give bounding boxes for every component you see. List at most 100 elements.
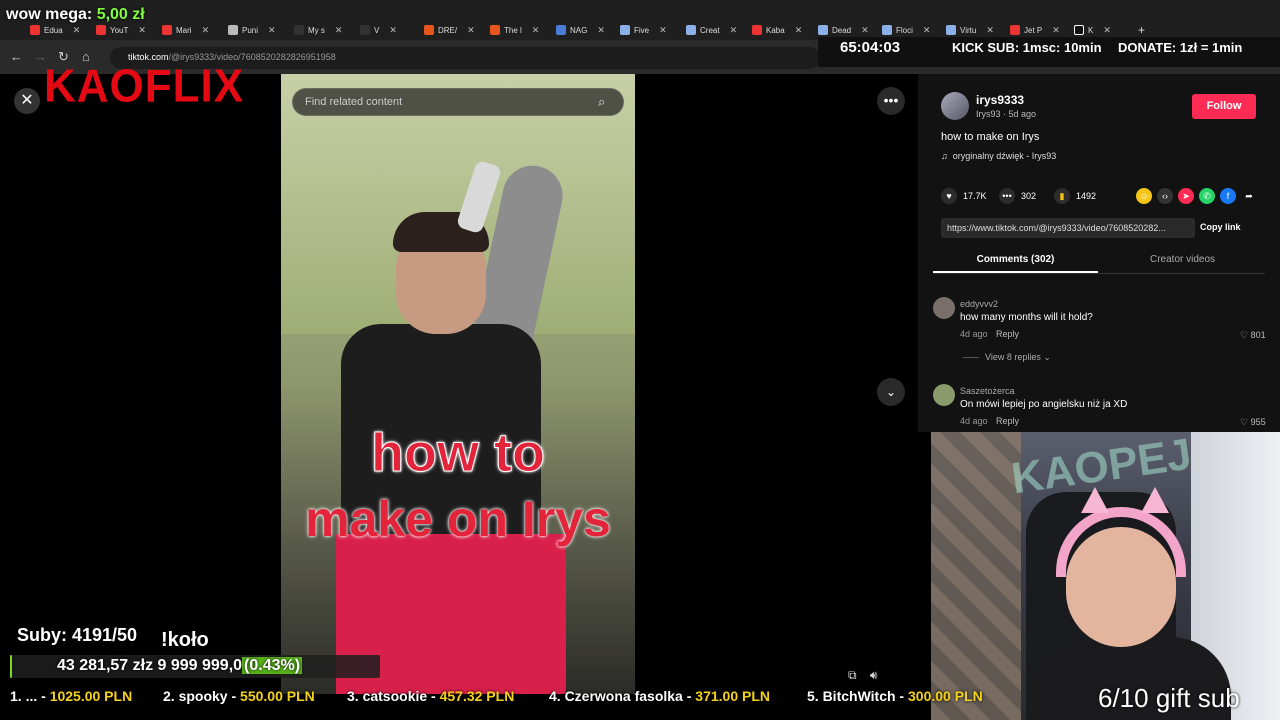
view-replies-label: View 8 replies [985, 352, 1041, 362]
comment-like-count: 801 [1250, 330, 1266, 340]
tab-label: Puni [242, 25, 259, 35]
donation-goal-percent: (0.43%) [242, 657, 303, 674]
send-icon[interactable]: ➤ [1178, 188, 1194, 204]
tab-label: DRE/ [438, 25, 458, 35]
comment-text: how many months will it hold? [960, 312, 1093, 323]
tab-label: The l [504, 25, 522, 35]
coin-icon[interactable]: ☺ [1136, 188, 1152, 204]
close-tab-icon[interactable]: ✕ [268, 25, 276, 36]
reply-button[interactable]: Reply [996, 416, 1019, 426]
comment-avatar[interactable] [933, 297, 955, 319]
check-icon [818, 25, 828, 35]
close-tab-icon[interactable]: ✕ [730, 25, 738, 36]
check-icon [946, 25, 956, 35]
browser-tab[interactable]: The l ✕ [490, 22, 539, 38]
copy-link-button[interactable]: Copy link [1200, 222, 1241, 232]
sound-link[interactable]: ♫ oryginalny dźwięk - Irys93 [941, 151, 1056, 161]
browser-tab[interactable]: My s ✕ [294, 22, 342, 38]
close-tab-icon[interactable]: ✕ [659, 25, 667, 36]
browser-tab[interactable]: Floci ✕ [882, 22, 930, 38]
comment-username[interactable]: Saszetożerca [960, 386, 1015, 396]
browser-tab[interactable]: Jet P ✕ [1010, 22, 1060, 38]
browser-tab[interactable]: Creat ✕ [686, 22, 737, 38]
embed-icon[interactable]: ‹› [1157, 188, 1173, 204]
facebook-icon[interactable]: f [1220, 188, 1236, 204]
browser-tab[interactable]: Dead ✕ [818, 22, 869, 38]
share-arrow-icon[interactable]: ➦ [1241, 188, 1257, 204]
back-icon[interactable]: ← [10, 49, 23, 64]
donation-alert-amount: 5,00 zł [96, 6, 145, 23]
close-tab-icon[interactable]: ✕ [532, 25, 540, 36]
browser-tab[interactable]: NAG ✕ [556, 22, 605, 38]
heart-icon: ♥ [941, 188, 957, 204]
avatar[interactable] [941, 92, 969, 120]
channel-logo: KAOFLIX [44, 60, 245, 113]
close-tab-icon[interactable]: ✕ [1103, 25, 1111, 36]
new-tab-button[interactable]: + [1138, 22, 1145, 38]
player-controls: ⧉ 🔊︎ [848, 668, 877, 683]
video-caption-line1: how to [371, 423, 546, 484]
donation-alert: wow mega: 5,00 zł [6, 6, 145, 24]
youtube-icon [30, 25, 40, 35]
close-tab-icon[interactable]: ✕ [597, 25, 605, 36]
browser-tab[interactable]: YouT ✕ [96, 22, 146, 38]
video-player[interactable]: how to make on Irys [281, 74, 635, 694]
browser-tab[interactable]: V ✕ [360, 22, 397, 38]
tab-creator-videos[interactable]: Creator videos [1100, 254, 1265, 265]
browser-tab[interactable]: Puni ✕ [228, 22, 276, 38]
ticker-donor: 2. spooky - [163, 688, 241, 704]
close-tab-icon[interactable]: ✕ [202, 25, 210, 36]
comment-like-button[interactable]: ♡ 801 [1240, 330, 1266, 341]
close-tab-icon[interactable]: ✕ [467, 25, 475, 36]
search-input[interactable]: Find related content [292, 88, 624, 116]
pip-icon[interactable]: ⧉ [848, 668, 857, 682]
like-button[interactable]: ♥ 17.7K [941, 188, 987, 204]
browser-tab[interactable]: DRE/ ✕ [424, 22, 475, 38]
volume-icon[interactable]: 🔊︎ [870, 668, 878, 682]
close-tab-icon[interactable]: ✕ [335, 25, 343, 36]
video-link-field[interactable]: https://www.tiktok.com/@irys9333/video/7… [941, 218, 1195, 238]
close-tab-icon[interactable]: ✕ [986, 25, 994, 36]
whatsapp-icon[interactable]: ✆ [1199, 188, 1215, 204]
search-icon[interactable]: ⌕ [598, 94, 605, 110]
donate-rate: DONATE: 1zł = 1min [1118, 40, 1243, 55]
close-video-button[interactable]: ✕ [14, 88, 40, 114]
comment-like-button[interactable]: ♡ 955 [1240, 417, 1266, 428]
browser-tab[interactable]: Mari ✕ [162, 22, 209, 38]
comment-username[interactable]: eddyvvv2 [960, 299, 998, 309]
browser-tab[interactable]: Virtu ✕ [946, 22, 994, 38]
reply-button[interactable]: Reply [996, 329, 1019, 339]
donation-goal-text: 43 281,57 złz 9 999 999,0 (0.43%) [57, 657, 303, 675]
browser-tab[interactable]: Edua ✕ [30, 22, 80, 38]
comment-age: 4d ago [960, 329, 988, 339]
close-tab-icon[interactable]: ✕ [861, 25, 869, 36]
page-icon [360, 25, 370, 35]
next-video-button[interactable]: ⌄ [877, 378, 905, 406]
close-tab-icon[interactable]: ✕ [923, 25, 931, 36]
tab-label: Jet P [1024, 25, 1043, 35]
tab-label: V [374, 25, 380, 35]
username[interactable]: irys9333 [976, 93, 1024, 107]
app-icon [424, 25, 434, 35]
tab-label: K [1088, 25, 1094, 35]
globe-icon [228, 25, 238, 35]
tab-label: Five [634, 25, 650, 35]
close-tab-icon[interactable]: ✕ [73, 25, 81, 36]
heart-outline-icon: ♡ [1240, 417, 1249, 427]
close-tab-icon[interactable]: ✕ [389, 25, 397, 36]
browser-tab[interactable]: Kaba ✕ [752, 22, 802, 38]
tab-comments[interactable]: Comments (302) [933, 254, 1098, 265]
comment-avatar[interactable] [933, 384, 955, 406]
close-tab-icon[interactable]: ✕ [795, 25, 803, 36]
close-tab-icon[interactable]: ✕ [1052, 25, 1060, 36]
follow-button[interactable]: Follow [1192, 94, 1256, 119]
ticker-item: 5. BitchWitch - 300.00 PLN [807, 688, 983, 704]
view-replies-button[interactable]: View 8 replies ⌄ [985, 352, 1051, 363]
comment-button[interactable]: ••• 302 [999, 188, 1036, 204]
save-button[interactable]: ▮ 1492 [1054, 188, 1096, 204]
close-tab-icon[interactable]: ✕ [138, 25, 146, 36]
donation-alert-label: wow mega: [6, 6, 97, 23]
browser-tab[interactable]: Five ✕ [620, 22, 667, 38]
browser-tab-active[interactable]: K ✕ [1074, 22, 1111, 38]
more-options-button[interactable]: ••• [877, 87, 905, 115]
